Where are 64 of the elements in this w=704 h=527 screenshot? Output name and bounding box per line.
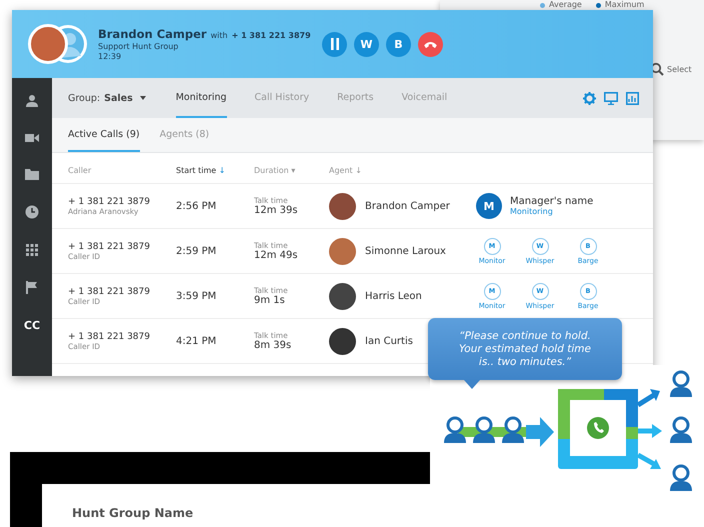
settings-icon[interactable]	[583, 92, 596, 104]
start-time: 3:59 PM	[176, 290, 218, 302]
grid-icon[interactable]	[26, 244, 38, 256]
hang-up-button[interactable]	[418, 32, 443, 56]
agent-name: Simonne Laroux	[365, 246, 446, 256]
start-time: 4:21 PM	[176, 336, 218, 346]
start-time: 2:59 PM	[176, 246, 218, 256]
call-button[interactable]: W	[354, 32, 379, 56]
with-label: with	[210, 31, 228, 40]
search-icon[interactable]	[650, 62, 664, 76]
agent-icon	[670, 464, 692, 491]
sub-tab[interactable]: Agents (8)	[160, 118, 210, 152]
clock-icon[interactable]	[25, 205, 39, 219]
duration: 12m 39s	[254, 205, 299, 216]
agent-icon	[670, 416, 692, 443]
agent-name: Ian Curtis	[365, 336, 413, 346]
speech-bubble-tail	[464, 380, 480, 389]
manager-name: Manager's name	[510, 196, 594, 207]
start-time: 2:56 PM	[176, 200, 218, 212]
caller-number: + 1 381 221 3879	[68, 286, 151, 296]
folder-icon[interactable]	[25, 168, 39, 180]
legend-label: Average	[549, 0, 582, 10]
column-header[interactable]: Duration ▾	[254, 166, 329, 174]
nav-tab[interactable]: Call History	[254, 78, 310, 118]
call-button[interactable]: B	[386, 32, 411, 56]
nav-tab[interactable]: Reports	[337, 78, 374, 118]
avatar	[329, 328, 356, 354]
section-title: Hunt Group Name	[72, 506, 194, 520]
chart-icon[interactable]	[626, 92, 639, 104]
phone-icon	[423, 40, 438, 48]
manager-avatar: M	[476, 193, 502, 219]
legend-label: Maximum	[604, 0, 644, 10]
agent-name: Harris Leon	[365, 290, 422, 302]
search-label[interactable]: Select	[667, 64, 692, 74]
hold-message: “Please continue to hold. Your estimated hold time is.. two minutes.”	[458, 330, 592, 368]
column-header[interactable]: Agent ↓	[329, 166, 476, 174]
monitor-icon[interactable]	[604, 92, 618, 104]
group-dropdown[interactable]: Group: Sales	[68, 78, 146, 118]
agent-name: Brandon Camper	[365, 200, 450, 212]
person-icon[interactable]	[25, 94, 39, 108]
duration: 8m 39s	[254, 340, 292, 351]
caller-number: + 1 381 221 3879	[68, 196, 151, 206]
pause-icon	[330, 38, 340, 50]
flag-icon[interactable]	[26, 281, 38, 294]
nav-tab[interactable]: Voicemail	[402, 78, 448, 118]
hold-button[interactable]	[322, 32, 347, 56]
monitoring-status: Monitoring	[510, 207, 554, 216]
video-camera-icon[interactable]	[25, 133, 39, 143]
sidebar-item[interactable]: CC	[24, 319, 40, 332]
duration: 9m 1s	[254, 295, 286, 306]
group-name: Support Hunt Group	[98, 42, 180, 51]
duration: 12m 49s	[254, 250, 299, 261]
column-header[interactable]: Start time ↓	[176, 166, 254, 174]
avatar	[329, 238, 356, 264]
call-time: 12:39	[98, 52, 122, 61]
avatar	[329, 192, 356, 220]
caller-name: Brandon Camper	[98, 27, 207, 41]
avatar	[28, 24, 68, 64]
caller-number: + 1 381 221 3879	[68, 242, 151, 252]
phone-number: + 1 381 221 3879	[232, 31, 311, 40]
column-header[interactable]: Caller	[68, 166, 176, 174]
avatar	[329, 282, 356, 310]
agent-icon	[670, 370, 692, 397]
caller-number: + 1 381 221 3879	[68, 332, 151, 342]
